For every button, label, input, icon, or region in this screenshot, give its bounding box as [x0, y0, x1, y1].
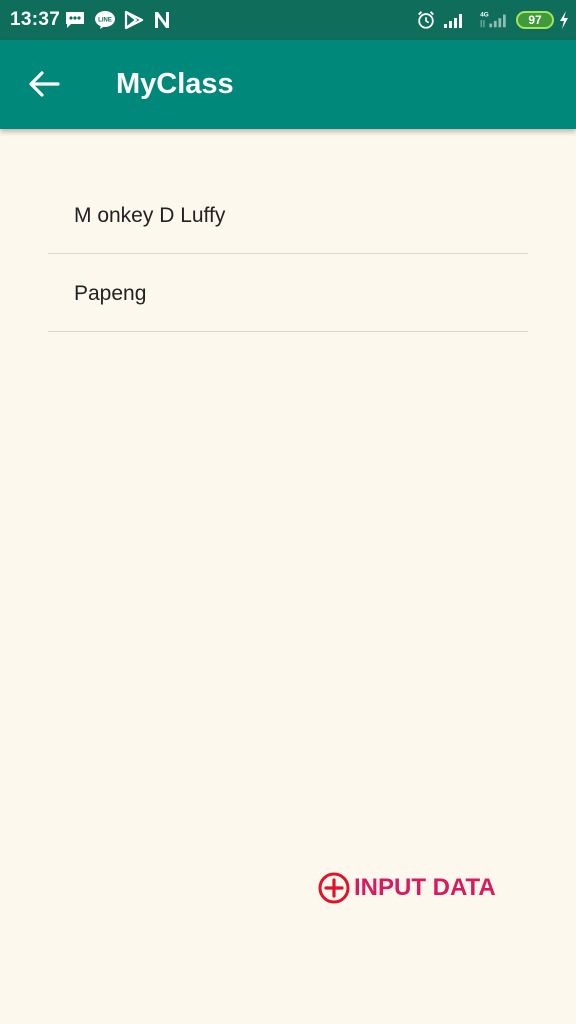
- battery-icon: 97: [516, 11, 554, 29]
- svg-text:LINE: LINE: [98, 18, 112, 24]
- n-icon: [155, 12, 169, 28]
- input-data-label: INPUT DATA: [354, 874, 496, 901]
- network-label: 4G: [480, 11, 489, 18]
- line-icon: LINE: [95, 11, 115, 29]
- back-button[interactable]: [22, 62, 66, 106]
- student-list: M onkey D Luffy Papeng: [48, 176, 528, 332]
- page-title: MyClass: [116, 68, 234, 100]
- battery-level: 97: [528, 13, 542, 27]
- charging-icon: [560, 11, 568, 29]
- message-icon: [66, 12, 84, 28]
- list-item-label: Papeng: [74, 282, 147, 305]
- alarm-icon: [418, 11, 434, 29]
- input-data-button[interactable]: INPUT DATA: [316, 868, 496, 908]
- list-item-label: M onkey D Luffy: [74, 204, 226, 227]
- app-screen: 13:37 LINE 4G 97 MyClass M onkey D Luffy…: [0, 0, 576, 1024]
- arrow-back-icon: [29, 71, 60, 97]
- signal-4g-icon: 4G: [480, 11, 506, 28]
- status-bar: 13:37 LINE 4G 97: [0, 0, 576, 40]
- app-bar: MyClass: [0, 40, 576, 129]
- list-item[interactable]: Papeng: [48, 254, 528, 332]
- status-time: 13:37: [10, 9, 61, 30]
- list-item[interactable]: M onkey D Luffy: [48, 176, 528, 254]
- signal-icon: [444, 14, 462, 28]
- add-circle-icon: [318, 872, 350, 904]
- play-store-icon: [124, 10, 144, 30]
